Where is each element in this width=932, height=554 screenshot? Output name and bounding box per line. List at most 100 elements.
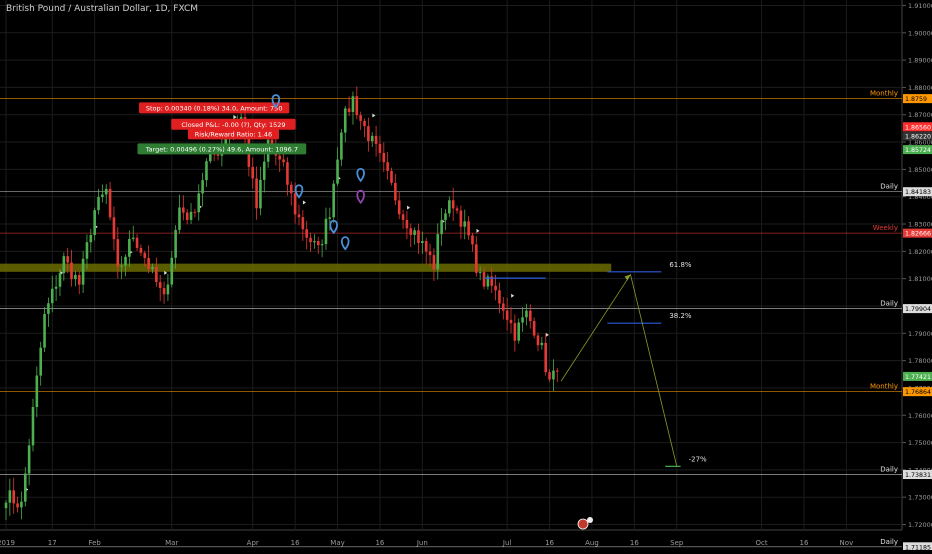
candle-body (421, 241, 424, 243)
fib-level-label: 38.2% (669, 312, 692, 320)
candle-body (278, 155, 282, 160)
candle-body (216, 154, 220, 156)
candle-body (370, 135, 374, 142)
candle-body (66, 256, 69, 263)
x-tick-label: 2019 (0, 539, 15, 547)
candle-body (409, 228, 413, 235)
candle-body (374, 135, 378, 144)
candle-body (424, 241, 428, 252)
y-tick-label: 1.72000 (908, 521, 932, 529)
candle-body (320, 244, 324, 246)
candle-body (382, 152, 386, 163)
projection-arrow-head (624, 274, 631, 281)
candle-body (289, 184, 293, 194)
candle-body (16, 503, 19, 508)
level-badge-text: 1.79904 (905, 306, 931, 313)
candle-body (162, 288, 166, 295)
candle-body (432, 255, 436, 270)
candle-body (35, 375, 39, 408)
x-tick-label: Jun (416, 539, 428, 547)
candle-body (23, 473, 27, 502)
candle-body (505, 310, 509, 320)
y-tick-label: 1.85000 (908, 166, 932, 174)
y-tick-label: 1.87000 (908, 111, 932, 119)
candle-body (540, 342, 544, 346)
level-badge-text: 1.77421 (905, 374, 931, 381)
candle-body (293, 193, 297, 215)
candle-body (89, 234, 93, 243)
candle-body (467, 221, 470, 236)
candle-body (135, 237, 139, 248)
x-tick-label: 16 (291, 539, 300, 547)
candle-body (417, 230, 420, 243)
candle-body (394, 182, 397, 201)
candle-body (197, 193, 201, 213)
candle-body (174, 229, 177, 258)
candle-body (151, 267, 154, 269)
candle-body (336, 159, 339, 184)
candle-body (27, 445, 31, 474)
x-tick-label: 16 (375, 539, 384, 547)
candle-body (332, 183, 335, 218)
fib-level-label: 61.8% (669, 261, 692, 269)
chart-area[interactable]: 1.910001.900001.890001.880001.870001.860… (0, 0, 932, 552)
candle-body (120, 265, 123, 267)
candle-body (97, 197, 100, 211)
x-tick-label: Aug (585, 539, 599, 547)
level-badge-text: 1.71185 (905, 544, 931, 550)
price-zone (0, 263, 612, 272)
y-tick-label: 1.79000 (908, 330, 932, 338)
candle-body (444, 213, 447, 221)
level-label: Daily (880, 300, 898, 308)
fractal-marker (476, 228, 480, 233)
candle-body (471, 235, 474, 245)
price-chart[interactable]: 1.910001.900001.890001.880001.870001.860… (0, 0, 932, 552)
candle-body (39, 347, 42, 376)
candle-body (259, 179, 262, 209)
candle-body (509, 319, 513, 324)
candle-body (390, 170, 393, 183)
candle-body (436, 234, 440, 270)
candle-body (112, 217, 116, 240)
candle-body (359, 115, 362, 121)
pin-marker (356, 167, 365, 183)
level-label: Daily (880, 466, 898, 474)
candle-body (201, 180, 204, 194)
candle-body (282, 159, 285, 163)
candle-body (58, 273, 62, 287)
trade-box-text: Target: 0.00496 (0.27%) 49.6, Amount: 10… (145, 145, 298, 153)
y-tick-label: 1.81000 (908, 275, 932, 283)
candle-body (536, 335, 540, 346)
candle-body (459, 210, 463, 227)
x-tick-label: May (330, 539, 344, 547)
level-label: Daily (880, 183, 898, 191)
candle-body (463, 221, 467, 227)
candle-body (85, 242, 89, 259)
candle-body (93, 210, 96, 235)
candle-body (494, 285, 497, 291)
fractal-marker (302, 200, 306, 205)
candle-body (555, 370, 559, 372)
candle-body (544, 342, 547, 373)
candle-body (297, 214, 301, 218)
candle-body (363, 120, 366, 127)
candle-body (528, 310, 532, 322)
candle-body (397, 200, 401, 215)
candle-body (324, 218, 328, 245)
candle-body (482, 272, 486, 287)
candle-body (155, 267, 158, 283)
x-tick-label: Sep (670, 539, 684, 547)
candle-body (205, 161, 208, 181)
candle-body (170, 257, 174, 285)
candle-body (62, 256, 66, 274)
level-label: Daily (880, 538, 898, 546)
candle-body (116, 239, 120, 267)
candle-body (185, 212, 189, 220)
candle-body (12, 490, 16, 504)
candle-body (104, 188, 108, 195)
candle-body (178, 207, 181, 230)
candle-body (521, 317, 524, 323)
projection-path (560, 273, 678, 467)
candle-body (8, 490, 12, 503)
x-tick-label: Apr (247, 539, 259, 547)
